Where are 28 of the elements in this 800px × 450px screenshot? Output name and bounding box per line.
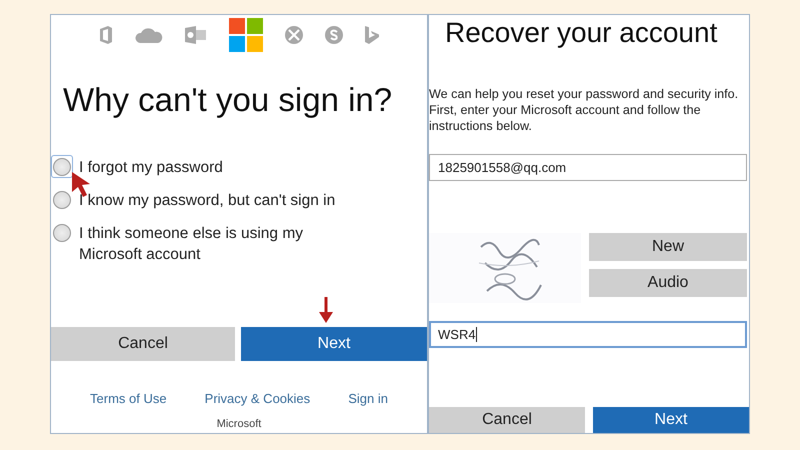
footer-link[interactable]: Sign in [348, 391, 388, 406]
email-field[interactable]: 1825901558@qq.com [429, 154, 747, 181]
office-icon [99, 26, 113, 44]
option-label[interactable]: I think someone else is using my Microsoft account [79, 223, 369, 265]
x-circle-icon [285, 26, 303, 44]
radio-button[interactable] [53, 191, 71, 209]
description-text: We can help you reset your password and security info. First, enter your Microsoft account and follow the instructions below. [429, 86, 740, 134]
cancel-button[interactable]: Cancel [51, 327, 235, 361]
b-icon [365, 26, 379, 44]
footer-text: Microsoft [216, 418, 262, 430]
new-button[interactable]: New [589, 233, 747, 261]
radio-button[interactable] [53, 224, 71, 242]
footer-link[interactable]: Terms of Use [90, 391, 167, 406]
footer-link[interactable]: Privacy & Cookies [204, 391, 310, 406]
audio-button[interactable]: Audio [589, 269, 747, 297]
next-button[interactable]: Next [241, 327, 427, 361]
page-heading: Why can't you sign in? [63, 81, 394, 119]
page-heading: Recover your account [444, 16, 718, 49]
next-button[interactable]: Next [593, 407, 749, 433]
code-field[interactable]: WSR4 [429, 321, 747, 348]
windows-logo-icon [229, 18, 263, 52]
cloud-icon [135, 27, 163, 43]
option-label[interactable]: I forgot my password [79, 157, 369, 178]
cancel-button[interactable]: Cancel [429, 407, 585, 433]
down-arrow-icon [319, 297, 333, 323]
option-label[interactable]: I know my password, but can't sign in [79, 190, 369, 211]
s-circle-icon [325, 26, 343, 44]
mail-icon [185, 26, 207, 44]
